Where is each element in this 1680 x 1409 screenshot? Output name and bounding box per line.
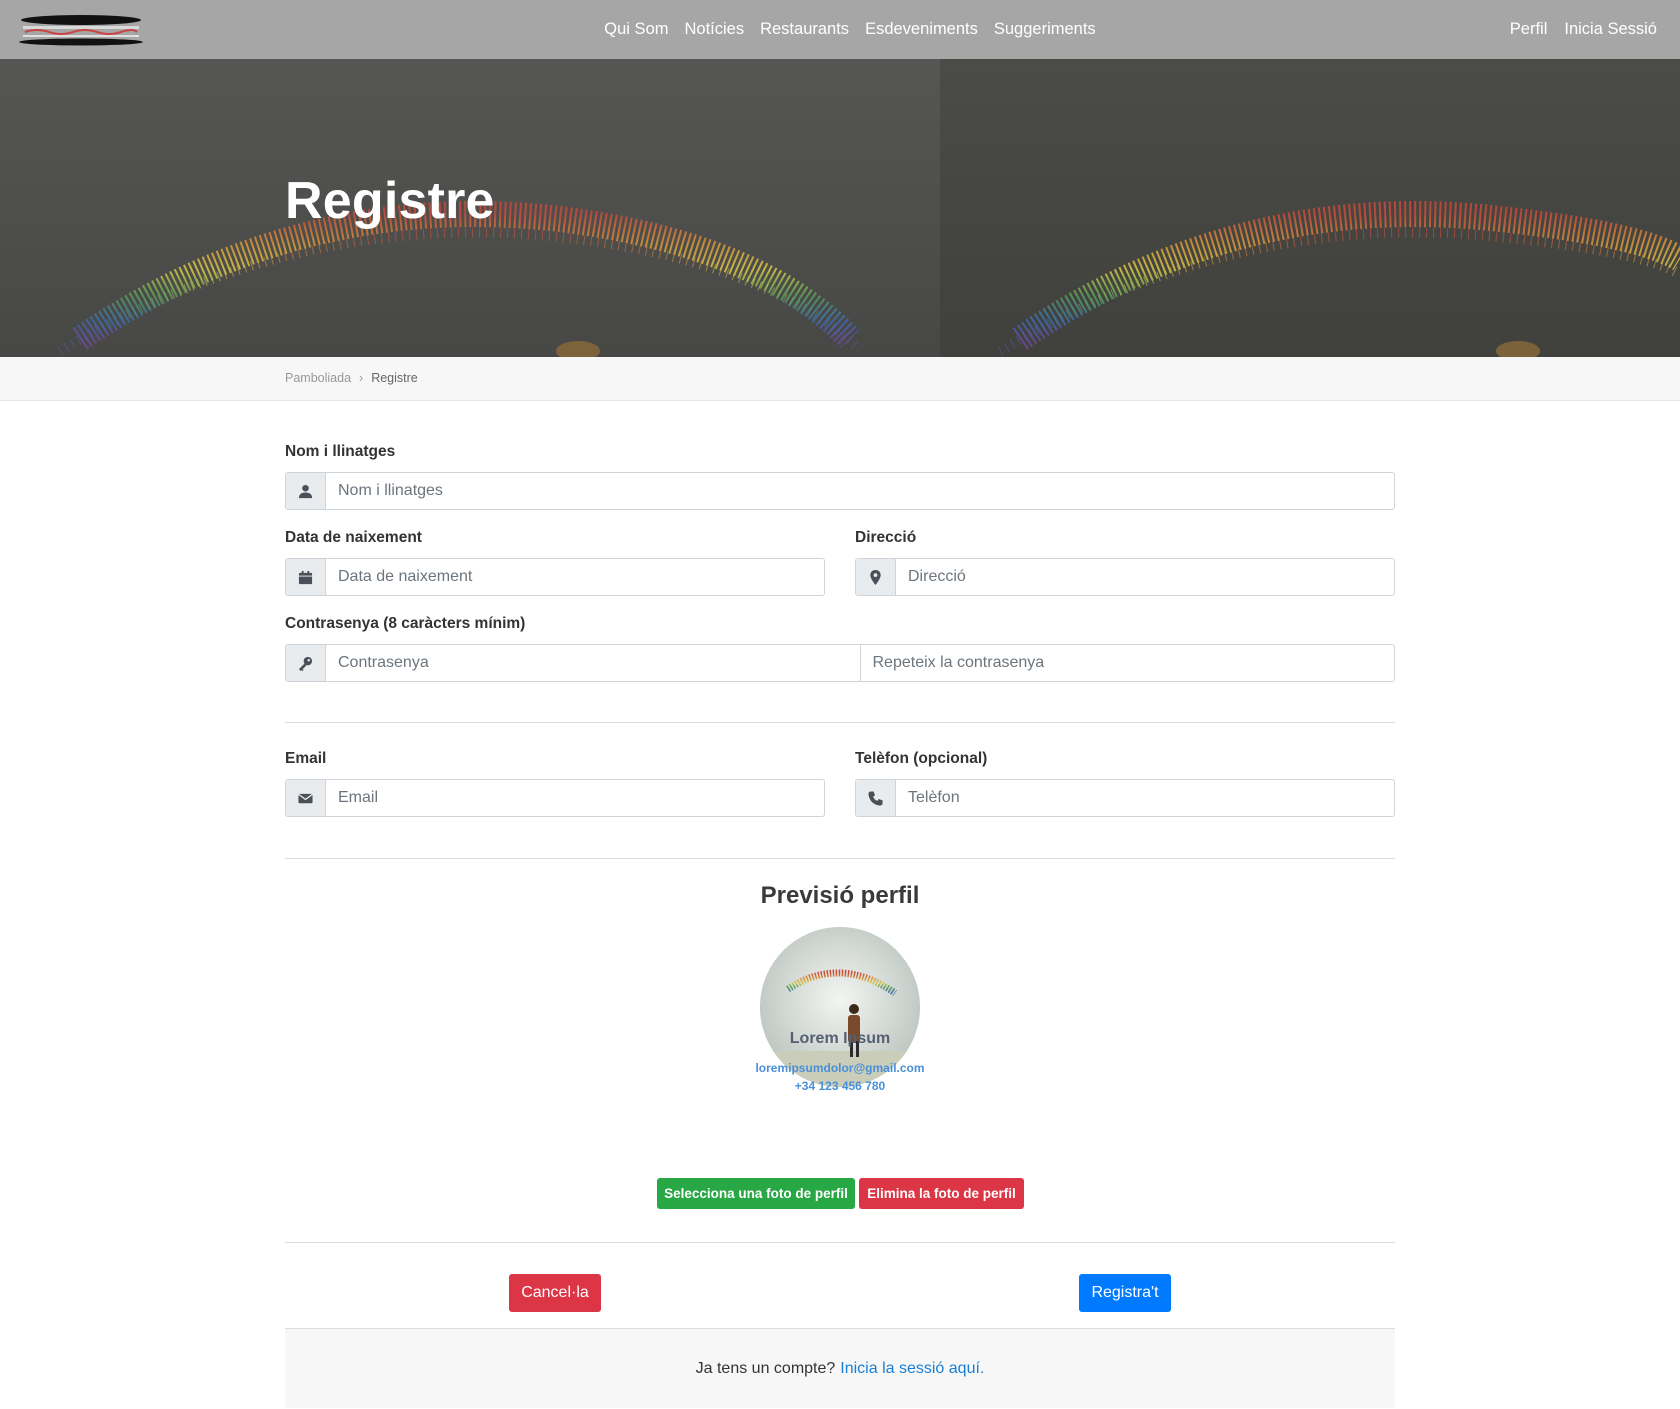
email-group — [285, 779, 825, 817]
address-label: Direcció — [855, 529, 917, 546]
preview-phone: +34 123 456 780 — [794, 1079, 886, 1093]
name-label: Nom i llinatges — [285, 443, 396, 460]
hero-image-right — [940, 59, 1680, 357]
login-link[interactable]: Inicia la sessió aquí. — [840, 1360, 984, 1378]
address-group — [855, 558, 1395, 596]
nav-inicia-sessio[interactable]: Inicia Sessió — [1564, 20, 1657, 39]
select-photo-button[interactable]: Selecciona una foto de perfil — [657, 1178, 855, 1209]
password-label: Contrasenya (8 caràcters mínim) — [285, 615, 526, 632]
user-icon — [286, 473, 326, 509]
password-repeat-input[interactable] — [859, 645, 1394, 681]
navbar: Qui Som Notícies Restaurants Esdevenimen… — [0, 0, 1680, 59]
preview-email: loremipsumdolor@gmail.com — [755, 1061, 925, 1075]
birth-label: Data de naixement — [285, 529, 422, 546]
phone-icon — [856, 780, 896, 816]
nav-qui-som[interactable]: Qui Som — [604, 20, 668, 39]
birth-group — [285, 558, 825, 596]
divider — [285, 858, 1395, 859]
divider — [285, 1242, 1395, 1243]
name-group — [285, 472, 1395, 510]
delete-photo-button[interactable]: Elimina la foto de perfil — [859, 1178, 1024, 1209]
hero-banner: Registre — [0, 59, 1680, 357]
preview-title: Previsió perfil — [760, 882, 920, 909]
key-icon — [286, 645, 326, 681]
nav-right: Perfil Inicia Sessió — [1510, 0, 1657, 59]
register-button[interactable]: Registra't — [1079, 1274, 1171, 1312]
nav-noticies[interactable]: Notícies — [684, 20, 744, 39]
email-label: Email — [285, 750, 327, 767]
footer-text: Ja tens un compte? — [695, 1359, 836, 1377]
nav-perfil[interactable]: Perfil — [1510, 20, 1548, 39]
phone-input[interactable] — [896, 780, 1394, 816]
calendar-icon — [286, 559, 326, 595]
address-input[interactable] — [896, 559, 1394, 595]
breadcrumb-bar: Pamboliada › Registre — [0, 357, 1680, 401]
breadcrumb: Pamboliada › Registre — [285, 371, 418, 385]
divider — [285, 722, 1395, 723]
page-title: Registre — [285, 172, 495, 230]
password-input[interactable] — [326, 645, 860, 681]
login-footer: Ja tens un compte? Inicia la sessió aquí… — [285, 1328, 1395, 1408]
nav-restaurants[interactable]: Restaurants — [760, 20, 849, 39]
preview-name: Lorem Ipsum — [789, 1030, 891, 1047]
nav-esdeveniments[interactable]: Esdeveniments — [865, 20, 978, 39]
name-input[interactable] — [326, 473, 1394, 509]
breadcrumb-separator: › — [359, 371, 364, 385]
breadcrumb-current: Registre — [371, 371, 418, 385]
password-group — [285, 644, 1395, 682]
map-marker-icon — [856, 559, 896, 595]
birth-input[interactable] — [326, 559, 824, 595]
nav-suggeriments[interactable]: Suggeriments — [994, 20, 1096, 39]
main-nav: Qui Som Notícies Restaurants Esdevenimen… — [0, 0, 1680, 59]
breadcrumb-home[interactable]: Pamboliada — [285, 371, 351, 385]
phone-group — [855, 779, 1395, 817]
cancel-button[interactable]: Cancel·la — [509, 1274, 601, 1312]
phone-label: Telèfon (opcional) — [855, 750, 988, 767]
email-input[interactable] — [326, 780, 824, 816]
envelope-icon — [286, 780, 326, 816]
